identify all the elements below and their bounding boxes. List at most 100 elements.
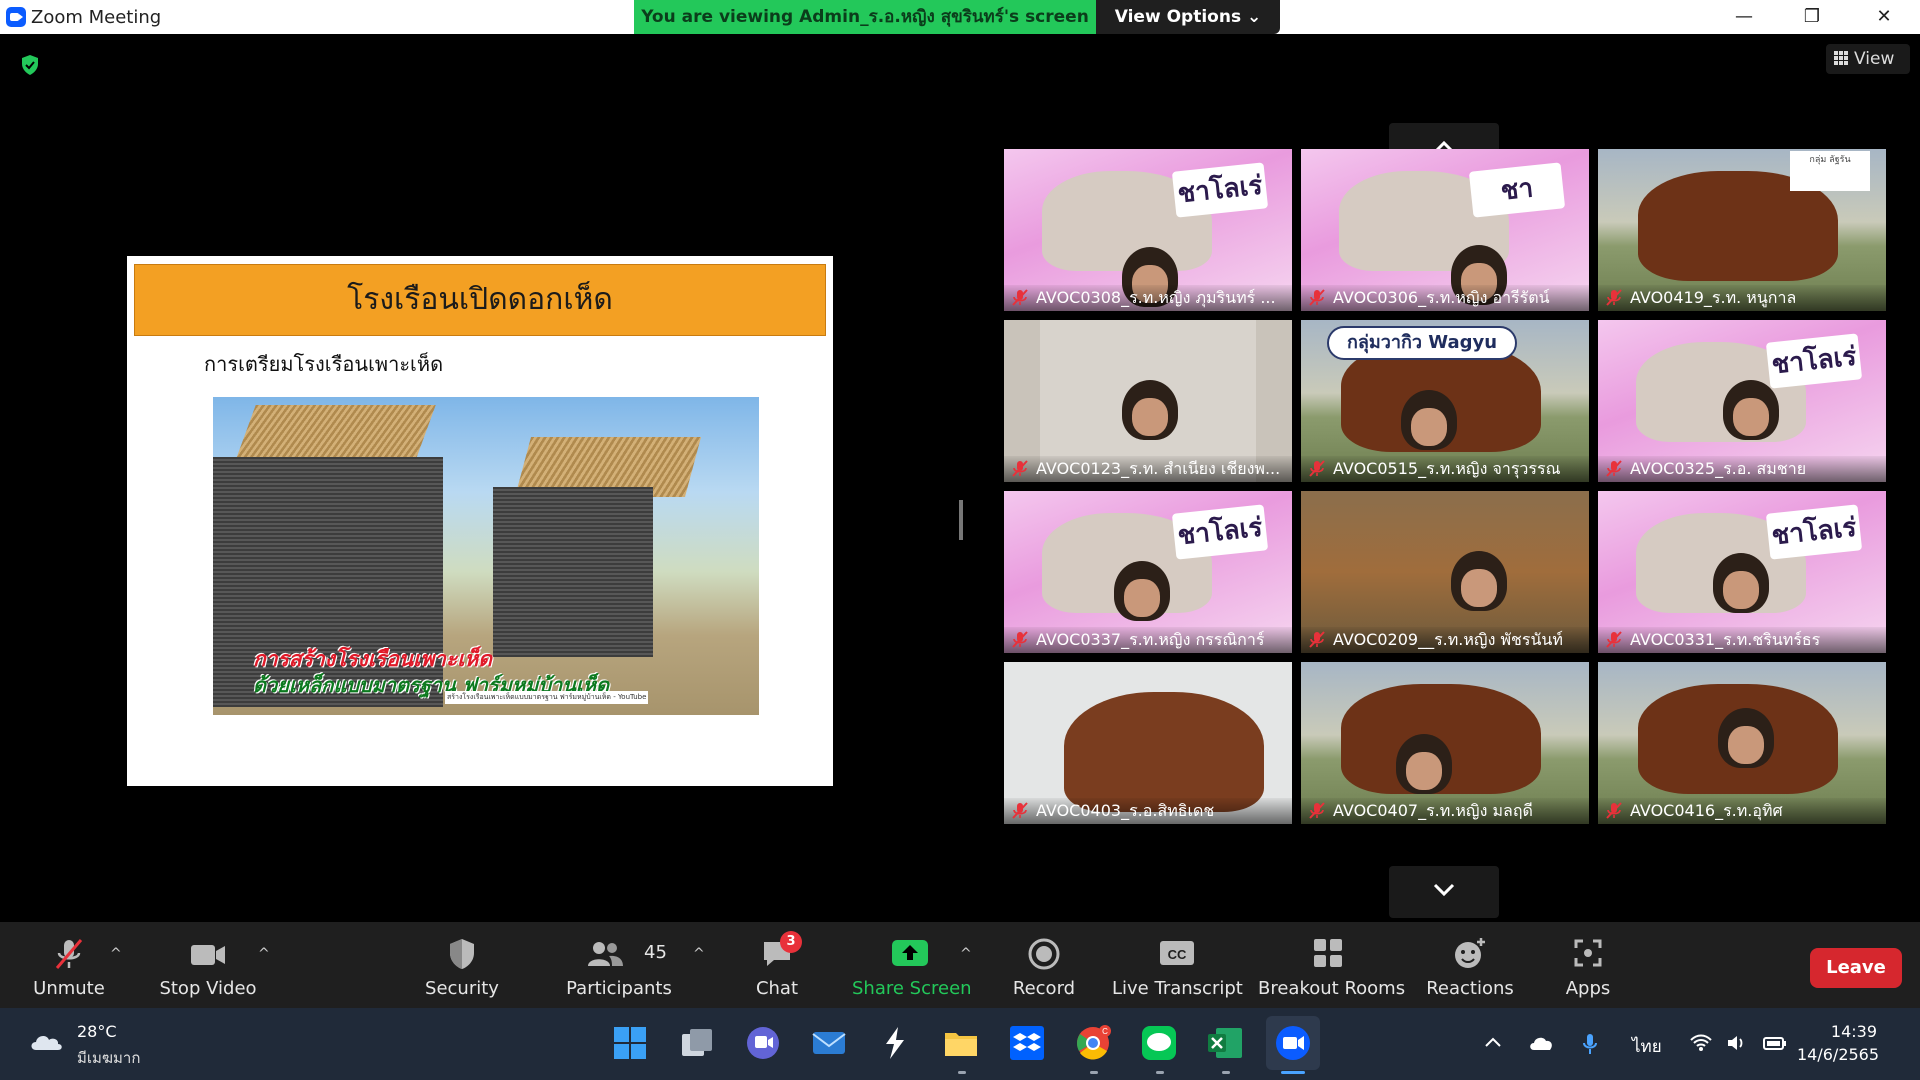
chrome-icon[interactable]: C	[1074, 1024, 1112, 1062]
zoom-logo-icon	[6, 7, 26, 27]
participant-name-label: AVOC0325_ร.อ. สมชาย	[1598, 456, 1886, 482]
mail-icon[interactable]	[810, 1024, 848, 1062]
reactions-label: Reactions	[1426, 978, 1514, 999]
participant-tile[interactable]: ชา AVOC0306_ร.ท.หญิง อารีรัตน์	[1301, 149, 1589, 311]
view-options-button[interactable]: View Options ⌄	[1096, 0, 1280, 34]
microphone-icon[interactable]	[1582, 1032, 1598, 1056]
participant-video-person	[1451, 551, 1507, 611]
record-label: Record	[1012, 978, 1076, 999]
chevron-up-icon[interactable]	[1484, 1036, 1502, 1048]
excel-icon[interactable]	[1206, 1024, 1244, 1062]
reactions-button[interactable]: Reactions	[1422, 922, 1518, 1008]
file-explorer-icon[interactable]	[942, 1024, 980, 1062]
background-sign: กลุ่มวากิว Wagyu	[1327, 326, 1517, 360]
dropbox-icon[interactable]	[1008, 1024, 1046, 1062]
security-button[interactable]: Security	[410, 922, 514, 1008]
participant-name-label: AVOC0515_ร.ท.หญิง จารุวรรณ	[1301, 456, 1589, 482]
share-options-caret-icon[interactable]: ^	[960, 946, 972, 962]
participant-tile[interactable]: ชาโลเร่ AVOC0331_ร.ท.ชรินทร์ธร	[1598, 491, 1886, 653]
weather-temperature[interactable]: 28°C	[77, 1022, 117, 1041]
unmute-label: Unmute	[33, 978, 105, 999]
participant-video-person	[1396, 734, 1452, 794]
participant-name-label: AVOC0308_ร.ท.หญิง ภุมรินทร์ ...	[1004, 285, 1292, 311]
breakout-rooms-label: Breakout Rooms	[1258, 978, 1406, 999]
weather-description[interactable]: มีเมฆมาก	[77, 1046, 140, 1070]
video-options-caret-icon[interactable]: ^	[258, 946, 270, 962]
clock-time[interactable]: 14:39	[1807, 1022, 1877, 1041]
battery-icon[interactable]	[1762, 1034, 1788, 1052]
record-button[interactable]: Record	[1004, 922, 1084, 1008]
leave-meeting-button[interactable]: Leave	[1810, 948, 1902, 988]
grid-icon	[1834, 51, 1848, 65]
wifi-icon[interactable]	[1690, 1034, 1712, 1052]
background-sign: ชาโลเร่	[1765, 333, 1863, 389]
gallery-next-button[interactable]	[1389, 866, 1499, 918]
line-app-icon[interactable]	[1140, 1024, 1178, 1062]
muted-microphone-icon	[1012, 631, 1028, 648]
view-splitter-handle[interactable]	[959, 500, 963, 540]
live-transcript-label: Live Transcript	[1112, 978, 1243, 999]
participant-tile[interactable]: AVOC0416_ร.ท.อุทิศ	[1598, 662, 1886, 824]
participant-tile[interactable]: AVOC0209__ร.ท.หญิง พัชรนันท์	[1301, 491, 1589, 653]
shield-icon	[450, 939, 474, 969]
security-shield-icon[interactable]	[20, 54, 40, 76]
closed-captions-icon: CC	[1160, 941, 1194, 965]
participant-video-person	[1713, 553, 1769, 613]
participant-name-label: AVOC0407_ร.ท.หญิง มลฤดี	[1301, 798, 1589, 824]
title-bar: Zoom Meeting You are viewing Admin_ร.อ.ห…	[0, 0, 1920, 34]
chevron-down-icon	[1433, 883, 1455, 897]
close-window-button[interactable]: ✕	[1854, 0, 1914, 34]
task-view-icon[interactable]	[678, 1024, 716, 1062]
background-sign: ชา	[1468, 162, 1566, 218]
view-label: View	[1854, 49, 1895, 69]
minimize-button[interactable]: —	[1714, 0, 1774, 34]
participant-tile[interactable]: กลุ่ม ลัฐรัน AVO0419_ร.ท. หนูกาล	[1598, 149, 1886, 311]
share-screen-icon	[892, 940, 928, 966]
participant-tile[interactable]: AVOC0123_ร.ท. สำเนียง เชียงพ...	[1004, 320, 1292, 482]
restore-button[interactable]: ❐	[1782, 0, 1842, 34]
breakout-rooms-icon	[1314, 939, 1342, 967]
teams-chat-icon[interactable]	[744, 1024, 782, 1062]
chat-label: Chat	[755, 978, 799, 999]
volume-icon[interactable]	[1726, 1034, 1746, 1052]
participant-tile[interactable]: กลุ่มวากิว Wagyu AVOC0515_ร.ท.หญิง จารุวร…	[1301, 320, 1589, 482]
shortcut-app-icon[interactable]	[876, 1024, 914, 1062]
apps-label: Apps	[1565, 978, 1611, 999]
breakout-rooms-button[interactable]: Breakout Rooms	[1258, 922, 1406, 1008]
muted-microphone-icon	[1012, 460, 1028, 477]
virtual-background-cow	[1064, 692, 1264, 812]
muted-microphone-icon	[1309, 460, 1325, 477]
participant-tile[interactable]: AVOC0407_ร.ท.หญิง มลฤดี	[1301, 662, 1589, 824]
onedrive-cloud-icon[interactable]	[1528, 1035, 1554, 1051]
cloud-weather-icon[interactable]	[28, 1030, 66, 1052]
share-screen-button[interactable]: Share Screen	[852, 922, 972, 1008]
participant-name-label: AVOC0306_ร.ท.หญิง อารีรัตน์	[1301, 285, 1589, 311]
running-indicator	[1090, 1071, 1098, 1074]
participants-button[interactable]: Participants	[560, 922, 678, 1008]
muted-microphone-icon	[1012, 802, 1028, 819]
chat-button[interactable]: Chat	[742, 922, 812, 1008]
slide-subtitle: การเตรียมโรงเรือนเพาะเห็ด	[204, 352, 444, 376]
windows-start-icon[interactable]	[611, 1024, 649, 1062]
participants-icon	[587, 942, 623, 966]
participant-tile[interactable]: AVOC0403_ร.อ.สิทธิเดช	[1004, 662, 1292, 824]
live-transcript-button[interactable]: CC Live Transcript	[1112, 922, 1243, 1008]
muted-microphone-icon	[1606, 802, 1622, 819]
security-label: Security	[425, 978, 499, 999]
stop-video-button[interactable]: Stop Video	[150, 922, 266, 1008]
input-language-indicator[interactable]: ไทย	[1632, 1033, 1662, 1060]
unmute-button[interactable]: Unmute	[18, 922, 120, 1008]
participant-tile[interactable]: ชาโลเร่ AVOC0325_ร.อ. สมชาย	[1598, 320, 1886, 482]
participants-label: Participants	[566, 978, 672, 999]
view-layout-button[interactable]: View	[1826, 44, 1910, 74]
apps-button[interactable]: Apps	[1548, 922, 1628, 1008]
audio-options-caret-icon[interactable]: ^	[110, 946, 122, 962]
background-sign: ชาโลเร่	[1171, 162, 1269, 218]
participant-tile[interactable]: ชาโลเร่ AVOC0337_ร.ท.หญิง กรรณิการ์	[1004, 491, 1292, 653]
participants-count: 45	[644, 942, 667, 963]
muted-microphone-icon	[1606, 460, 1622, 477]
clock-date[interactable]: 14/6/2565	[1797, 1045, 1879, 1064]
participant-tile[interactable]: ชาโลเร่ AVOC0308_ร.ท.หญิง ภุมรินทร์ ...	[1004, 149, 1292, 311]
participants-options-caret-icon[interactable]: ^	[693, 946, 705, 962]
zoom-app-icon[interactable]	[1274, 1024, 1312, 1062]
